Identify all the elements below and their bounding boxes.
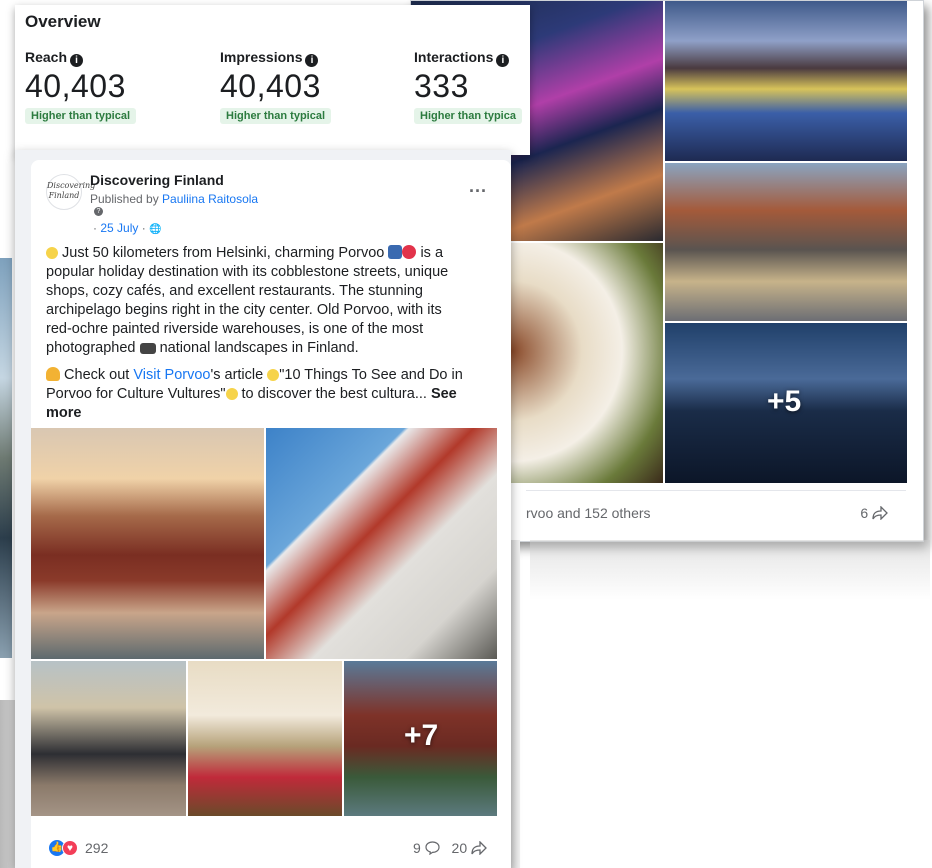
published-prefix: Published by [90,192,163,206]
photo-night-sail[interactable]: +5 [665,323,907,483]
post-date: · 25 July · 🌐 [93,221,162,235]
overview-panel: Overview Reach i 40,403 Higher than typic… [15,5,530,155]
metric-reach: Reach i 40,403 Higher than typical [25,49,137,124]
reaction-count[interactable]: 292 [85,840,108,856]
city-emoji-icon [388,245,403,259]
pointing-emoji-icon [46,367,60,381]
metric-impressions: Impressions i 40,403 Higher than typical [220,49,332,124]
sparkle-emoji-icon [225,388,238,400]
trend-badge: Higher than typical [220,108,332,124]
share-count[interactable]: 20 [452,840,468,856]
author-link[interactable]: Pauliina Raitosola [162,192,258,206]
date-link[interactable]: 25 July [100,221,138,235]
post-text-end: national landscapes in Finland. [159,340,359,356]
sparkle-emoji-icon [267,369,280,381]
background-post-stats: rvoo and 152 others 6 [526,490,906,535]
share-icon [872,505,888,521]
background-photo-strip [0,258,12,658]
heart-emoji-icon [402,245,417,259]
photo-red-warehouses[interactable] [31,428,264,659]
info-icon[interactable]: i [305,54,319,67]
photo-porvoo-cathedral[interactable] [266,428,497,659]
shares-count[interactable]: 6 [860,505,888,521]
engagement-counts: 9 20 [413,840,487,856]
reaction-bar: 👍 ♥ 292 9 20 [47,836,495,868]
camera-emoji-icon [139,343,156,354]
more-photos-count: +7 [404,719,439,752]
metric-value: 333 [414,68,469,104]
background-shadow-bottom [530,540,930,600]
photo-riverside-sheds[interactable]: +7 [344,661,497,816]
post-options-button[interactable]: ... [469,176,487,197]
photo-illuminated-waterfront[interactable] [665,1,907,161]
comment-count[interactable]: 9 [413,840,421,856]
post-text-cta: Check out [64,367,134,383]
page-avatar[interactable]: Discovering Finland [46,174,95,210]
globe-icon: 🌐 [149,224,162,235]
post-card: Discovering Finland Discovering Finland … [31,160,511,868]
metric-label: Impressions [220,49,303,65]
metric-interactions: Interactions i 333 Higher than typica [414,49,522,124]
metric-value: 40,403 [220,68,321,104]
metric-label: Reach [25,49,68,65]
photo-manor-interior[interactable] [188,661,342,816]
visit-porvoo-link[interactable]: Visit Porvoo [133,367,210,383]
likes-summary[interactable]: rvoo and 152 others [526,505,651,521]
photo-friends-on-street[interactable] [31,661,186,816]
overview-title: Overview [25,12,101,31]
date-suffix: · [138,221,150,235]
post-preview-frame: Discovering Finland Discovering Finland … [15,150,511,868]
post-message: Just 50 kilometers from Helsinki, charmi… [46,244,466,431]
published-by: Published by Pauliina Raitosola [90,192,258,206]
trend-badge: Higher than typical [25,108,137,124]
page-name[interactable]: Discovering Finland [90,172,224,188]
share-icon [471,840,487,856]
post-text-cta2: 's article [210,367,264,383]
metric-label: Interactions [414,49,494,65]
info-icon[interactable]: i [496,54,510,67]
info-icon[interactable]: i [70,54,84,67]
sparkle-emoji-icon [46,247,58,259]
help-icon[interactable]: ? [94,207,103,216]
trend-badge: Higher than typica [414,108,522,124]
more-photos-count: +5 [767,385,802,418]
love-reaction-icon: ♥ [62,840,78,856]
comment-icon [425,841,440,856]
post-text-line: Just 50 kilometers from Helsinki, charmi… [62,245,385,261]
shares-number: 6 [860,505,869,521]
metric-value: 40,403 [25,68,126,104]
post-text-cta3: to discover the best cultura... [241,386,427,402]
photo-women-on-bridge[interactable] [665,163,907,321]
